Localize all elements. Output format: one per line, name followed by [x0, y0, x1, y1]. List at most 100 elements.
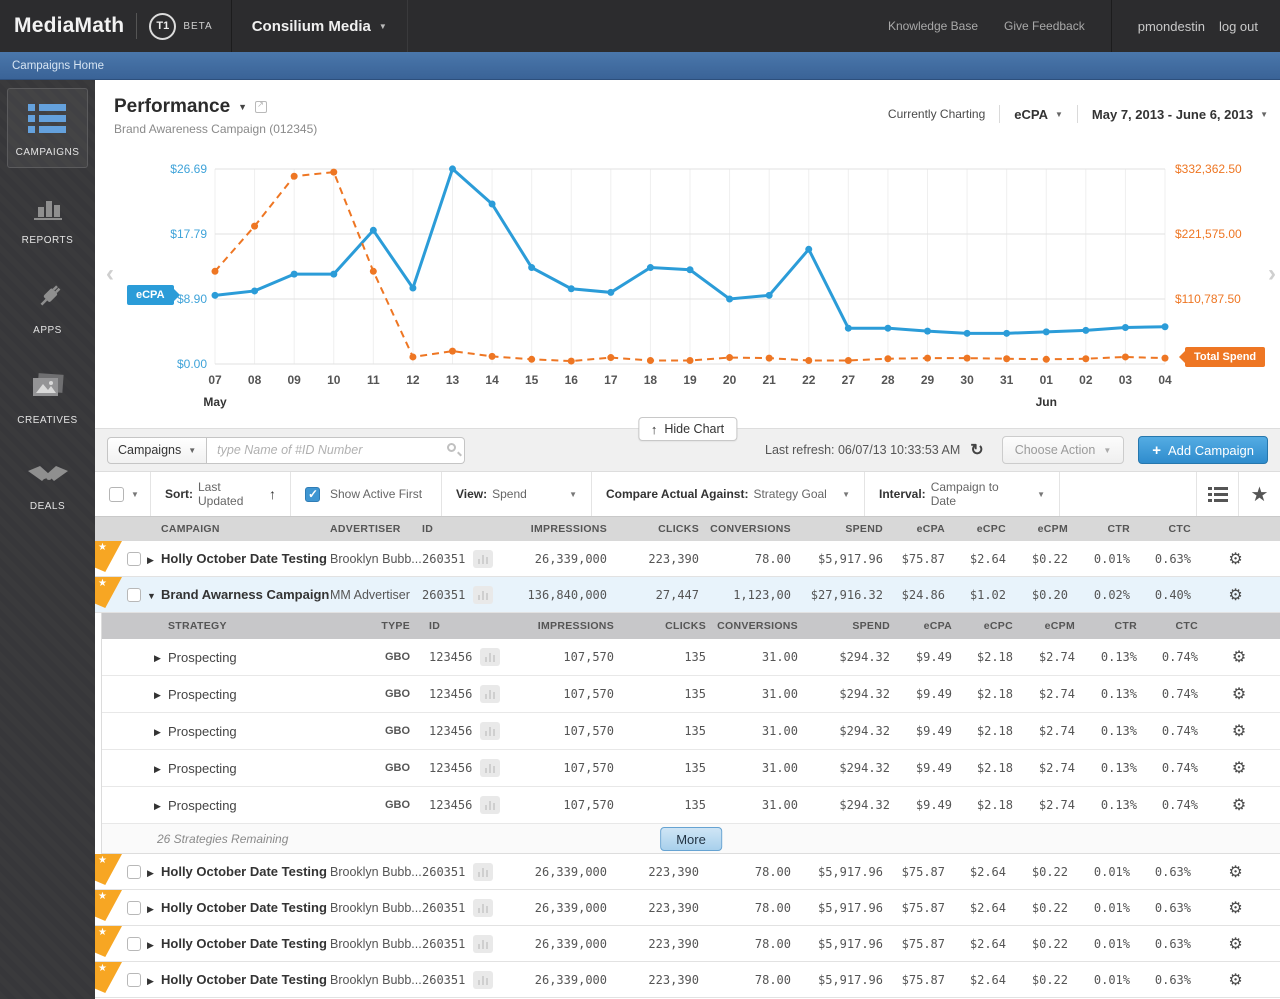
mini-chart-icon[interactable] [473, 971, 493, 989]
data-point[interactable] [1043, 356, 1050, 363]
title-chevron-down-icon[interactable]: ▼ [238, 102, 247, 112]
column-header-type[interactable]: TYPE [337, 620, 429, 632]
settings-gear-icon[interactable]: ⚙ [1191, 970, 1280, 990]
org-switcher[interactable]: Consilium Media ▼ [232, 0, 408, 52]
data-point[interactable] [1122, 353, 1129, 360]
data-point[interactable] [687, 357, 694, 364]
show-active-checkbox[interactable] [305, 487, 320, 502]
mini-chart-icon[interactable] [473, 899, 493, 917]
data-point[interactable] [489, 353, 496, 360]
metric-dropdown[interactable]: eCPA ▼ [1014, 107, 1063, 122]
column-header-conversions[interactable]: CONVERSIONS [699, 523, 791, 535]
expand-arrow-icon[interactable]: ▶ [154, 801, 161, 811]
search-input[interactable] [207, 437, 465, 464]
settings-gear-icon[interactable]: ⚙ [1198, 647, 1280, 667]
data-point[interactable] [1162, 323, 1169, 330]
data-point[interactable] [330, 271, 337, 278]
strategy-name[interactable]: Prospecting [168, 724, 337, 739]
column-header-clicks[interactable]: CLICKS [614, 620, 706, 632]
settings-gear-icon[interactable]: ⚙ [1191, 549, 1280, 569]
settings-gear-icon[interactable]: ⚙ [1191, 934, 1280, 954]
expand-arrow-icon[interactable]: ▶ [147, 940, 154, 950]
settings-gear-icon[interactable]: ⚙ [1198, 721, 1280, 741]
strategy-name[interactable]: Prospecting [168, 687, 337, 702]
select-all-checkbox[interactable] [109, 487, 124, 502]
refresh-icon[interactable]: ↻ [970, 440, 983, 460]
starred-ribbon[interactable]: ★ [95, 577, 122, 608]
breadcrumb[interactable]: Campaigns Home [12, 60, 104, 72]
column-header-id[interactable]: ID [429, 620, 480, 632]
sidebar-item-creatives[interactable]: CREATIVES [7, 358, 88, 436]
settings-gear-icon[interactable]: ⚙ [1198, 795, 1280, 815]
sidebar-item-reports[interactable]: REPORTS [7, 180, 88, 256]
mini-chart-icon[interactable] [480, 685, 500, 703]
column-header-clicks[interactable]: CLICKS [607, 523, 699, 535]
column-header-impressions[interactable]: IMPRESSIONS [507, 523, 607, 535]
column-header-ecpa[interactable]: eCPA [890, 620, 952, 632]
data-point[interactable] [212, 292, 219, 299]
interval-dropdown[interactable]: Interval: Campaign to Date ▼ [865, 472, 1060, 516]
data-point[interactable] [1162, 355, 1169, 362]
add-campaign-button[interactable]: + Add Campaign [1138, 436, 1268, 464]
compare-dropdown[interactable]: Compare Actual Against: Strategy Goal ▼ [592, 472, 865, 516]
column-header-advertiser[interactable]: ADVERTISER [330, 523, 422, 535]
strategy-name[interactable]: Prospecting [168, 650, 337, 665]
data-point[interactable] [1003, 330, 1010, 337]
popout-icon[interactable] [255, 101, 267, 113]
data-point[interactable] [330, 169, 337, 176]
column-header-strategy[interactable]: STRATEGY [168, 620, 337, 632]
sort-control[interactable]: Sort: Last Updated ↑ [151, 472, 291, 516]
data-point[interactable] [845, 357, 852, 364]
chart-next-chevron-icon[interactable]: › [1268, 260, 1276, 288]
data-point[interactable] [647, 264, 654, 271]
data-point[interactable] [607, 289, 614, 296]
sidebar-item-deals[interactable]: DEALS [7, 448, 88, 522]
give-feedback-link[interactable]: Give Feedback [1004, 19, 1085, 33]
show-active-control[interactable]: Show Active First [291, 472, 442, 516]
row-checkbox[interactable] [127, 901, 141, 915]
data-point[interactable] [1003, 355, 1010, 362]
column-header-ecpm[interactable]: eCPM [1013, 620, 1075, 632]
data-point[interactable] [884, 325, 891, 332]
sidebar-item-campaigns[interactable]: CAMPAIGNS [7, 88, 88, 168]
data-point[interactable] [409, 353, 416, 360]
mini-chart-icon[interactable] [473, 550, 493, 568]
starred-ribbon[interactable]: ★ [95, 962, 122, 993]
column-header-spend[interactable]: SPEND [798, 620, 890, 632]
data-point[interactable] [251, 223, 258, 230]
expand-arrow-icon[interactable]: ▶ [147, 976, 154, 986]
data-point[interactable] [964, 330, 971, 337]
data-point[interactable] [370, 268, 377, 275]
data-point[interactable] [568, 285, 575, 292]
expand-arrow-icon[interactable]: ▶ [154, 727, 161, 737]
mini-chart-icon[interactable] [473, 586, 493, 604]
column-header-ctc[interactable]: CTC [1137, 620, 1198, 632]
data-point[interactable] [528, 264, 535, 271]
more-button[interactable]: More [660, 827, 722, 851]
row-checkbox[interactable] [127, 937, 141, 951]
starred-view-tab[interactable]: ★ [1238, 472, 1280, 516]
data-point[interactable] [291, 173, 298, 180]
logout-link[interactable]: log out [1219, 19, 1258, 34]
campaign-name[interactable]: Brand Awarness Campaign [161, 587, 330, 602]
settings-gear-icon[interactable]: ⚙ [1191, 585, 1280, 605]
data-point[interactable] [1122, 324, 1129, 331]
expand-arrow-icon[interactable]: ▶ [147, 868, 154, 878]
data-point[interactable] [370, 227, 377, 234]
campaign-name[interactable]: Holly October Date Testing [161, 900, 330, 915]
campaign-name[interactable]: Holly October Date Testing [161, 864, 330, 879]
column-header-ecpc[interactable]: eCPC [952, 620, 1013, 632]
settings-gear-icon[interactable]: ⚙ [1198, 758, 1280, 778]
row-checkbox[interactable] [127, 973, 141, 987]
list-view-tab[interactable] [1196, 472, 1238, 516]
data-point[interactable] [568, 358, 575, 365]
column-header-id[interactable]: ID [422, 523, 473, 535]
chevron-down-icon[interactable]: ▼ [131, 490, 139, 499]
data-point[interactable] [726, 295, 733, 302]
knowledge-base-link[interactable]: Knowledge Base [888, 19, 978, 33]
column-header-conversions[interactable]: CONVERSIONS [706, 620, 798, 632]
data-point[interactable] [805, 357, 812, 364]
data-point[interactable] [212, 268, 219, 275]
column-header-ecpm[interactable]: eCPM [1006, 523, 1068, 535]
settings-gear-icon[interactable]: ⚙ [1198, 684, 1280, 704]
